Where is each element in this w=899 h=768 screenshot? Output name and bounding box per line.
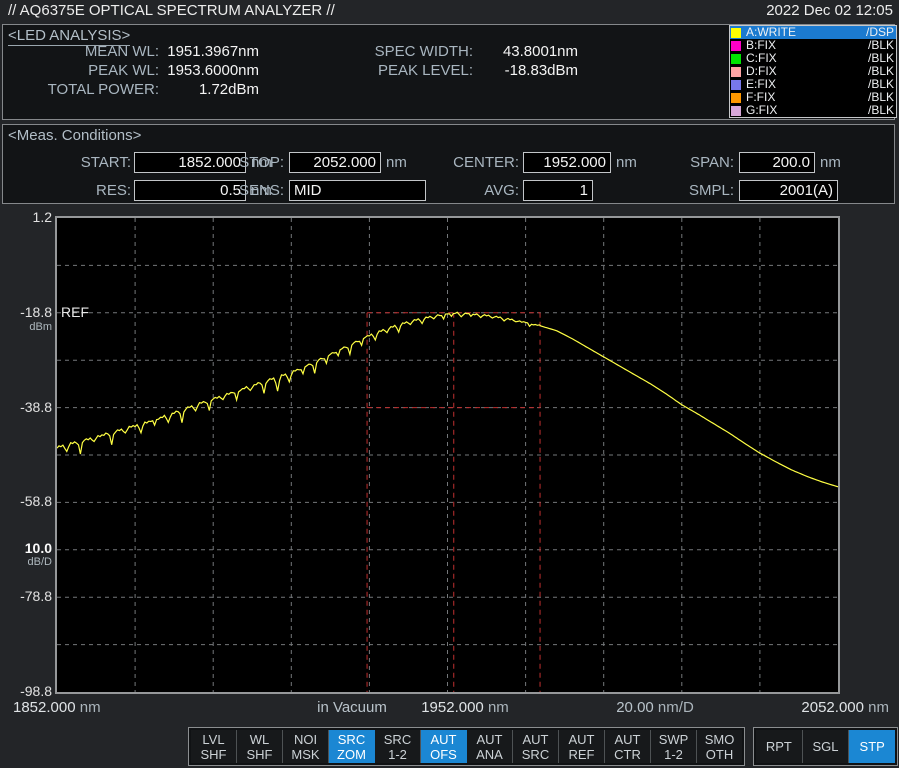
sens-label: SENS:	[214, 180, 284, 201]
x-axis-label-center: 1952.000 nm	[365, 699, 565, 716]
led-analysis-label: PEAK LEVEL:	[301, 61, 473, 80]
trace-status: /BLK	[868, 104, 894, 117]
legend-row-trace-g[interactable]: G:FIX/BLK	[730, 104, 896, 117]
span-field[interactable]: 200.0	[739, 152, 815, 173]
trace-color-swatch	[731, 106, 741, 116]
trace-color-swatch	[731, 67, 741, 77]
res-label: RES:	[31, 180, 131, 201]
y-tick-label: -18.8	[0, 304, 52, 320]
scale-per-div-unit: dB/D	[0, 556, 52, 568]
button-aut-ofs[interactable]: AUT OFS	[421, 730, 467, 763]
button-lvl-shf[interactable]: LVL SHF	[191, 730, 237, 763]
led-analysis-label: TOTAL POWER:	[3, 80, 159, 99]
scale-per-div-value: 10.0	[0, 540, 52, 556]
center-label: CENTER:	[439, 152, 519, 173]
stop-field[interactable]: 2052.000	[289, 152, 381, 173]
toolbar-sweep-buttons: RPTSGLSTP	[753, 727, 898, 766]
led-analysis-row: TOTAL POWER:1.72dBm	[3, 80, 261, 99]
led-analysis-label: PEAK WL:	[3, 61, 159, 80]
trace-color-swatch	[731, 28, 741, 38]
app-title: // AQ6375E OPTICAL SPECTRUM ANALYZER //	[8, 2, 335, 19]
led-analysis-row: PEAK WL:1953.6000nm	[3, 61, 261, 80]
button-stp[interactable]: STP	[849, 730, 895, 763]
led-analysis-value: 43.8001nm	[473, 42, 578, 61]
button-src-1-2[interactable]: SRC 1-2	[375, 730, 421, 763]
led-analysis-row: SPEC WIDTH:43.8001nm	[301, 42, 580, 61]
button-aut-src[interactable]: AUT SRC	[513, 730, 559, 763]
trace-color-swatch	[731, 41, 741, 51]
meas-conditions-heading: <Meas. Conditions>	[8, 127, 141, 144]
y-tick-label: -78.8	[0, 588, 52, 604]
title-bar: // AQ6375E OPTICAL SPECTRUM ANALYZER // …	[0, 0, 899, 23]
x-label-unit: nm/D	[654, 699, 694, 716]
start-label: START:	[31, 152, 131, 173]
x-label-value: 2052.000	[801, 699, 864, 716]
y-tick-label: -58.8	[0, 493, 52, 509]
x-label-value: 1952.000	[421, 699, 484, 716]
button-sgl[interactable]: SGL	[803, 730, 850, 763]
button-rpt[interactable]: RPT	[756, 730, 803, 763]
button-aut-ctr[interactable]: AUT CTR	[605, 730, 651, 763]
avg-field[interactable]: 1	[523, 180, 593, 201]
trace-legend: A:WRITE/DSPB:FIX/BLKC:FIX/BLKD:FIX/BLKE:…	[729, 25, 897, 118]
led-analysis-value: 1951.3967nm	[159, 42, 259, 61]
button-wl-shf[interactable]: WL SHF	[237, 730, 283, 763]
trace-color-swatch	[731, 93, 741, 103]
y-tick-label: -98.8	[0, 683, 52, 699]
toolbar-function-buttons: LVL SHFWL SHFNOI MSKSRC ZOMSRC 1-2AUT OF…	[188, 727, 745, 766]
x-axis-label-stop: 2052.000 nm	[689, 699, 889, 716]
trace-color-swatch	[731, 54, 741, 64]
button-noi-msk[interactable]: NOI MSK	[283, 730, 329, 763]
led-analysis-label: MEAN WL:	[3, 42, 159, 61]
trace-color-swatch	[731, 80, 741, 90]
led-analysis-left-column: MEAN WL:1951.3967nmPEAK WL:1953.6000nmTO…	[3, 42, 261, 99]
avg-label: AVG:	[439, 180, 519, 201]
button-swp-1-2[interactable]: SWP 1-2	[651, 730, 697, 763]
led-analysis-value: -18.83dBm	[473, 61, 578, 80]
led-analysis-row: MEAN WL:1951.3967nm	[3, 42, 261, 61]
stop-unit: nm	[386, 152, 407, 173]
ref-level-label: REF	[61, 304, 89, 320]
y-axis-unit: dBm	[0, 321, 52, 333]
y-tick-label: -38.8	[0, 399, 52, 415]
center-unit: nm	[616, 152, 637, 173]
spectrum-plot-canvas	[57, 218, 838, 692]
datetime-display: 2022 Dec 02 12:05	[766, 2, 893, 19]
meas-conditions-panel: <Meas. Conditions> START:1852.000nmSTOP:…	[2, 124, 895, 204]
x-label-unit: nm	[864, 699, 889, 716]
led-analysis-value: 1.72dBm	[159, 80, 259, 99]
stop-label: STOP:	[214, 152, 284, 173]
button-aut-ref[interactable]: AUT REF	[559, 730, 605, 763]
button-smo-oth[interactable]: SMO OTH	[697, 730, 742, 763]
led-analysis-row: PEAK LEVEL:-18.83dBm	[301, 61, 580, 80]
x-label-value: 1852.000	[13, 699, 76, 716]
button-src-zom[interactable]: SRC ZOM	[329, 730, 375, 763]
trace-name: G:FIX	[746, 104, 868, 117]
smpl-field[interactable]: 2001(A)	[739, 180, 838, 201]
span-label: SPAN:	[654, 152, 734, 173]
led-analysis-label: SPEC WIDTH:	[301, 42, 473, 61]
smpl-label: SMPL:	[654, 180, 734, 201]
led-analysis-right-column: SPEC WIDTH:43.8001nmPEAK LEVEL:-18.83dBm	[301, 42, 580, 80]
x-label-unit: nm	[484, 699, 509, 716]
x-label-value: 20.00	[616, 699, 654, 716]
x-axis-label-start: 1852.000 nm	[13, 699, 101, 716]
led-analysis-value: 1953.6000nm	[159, 61, 259, 80]
span-unit: nm	[820, 152, 841, 173]
osa-screen: // AQ6375E OPTICAL SPECTRUM ANALYZER // …	[0, 0, 899, 768]
center-field[interactable]: 1952.000	[523, 152, 611, 173]
button-aut-ana[interactable]: AUT ANA	[467, 730, 513, 763]
y-tick-label: 1.2	[0, 209, 52, 225]
sens-field[interactable]: MID	[289, 180, 426, 201]
x-label-unit: nm	[76, 699, 101, 716]
spectrum-plot[interactable]	[55, 216, 840, 694]
